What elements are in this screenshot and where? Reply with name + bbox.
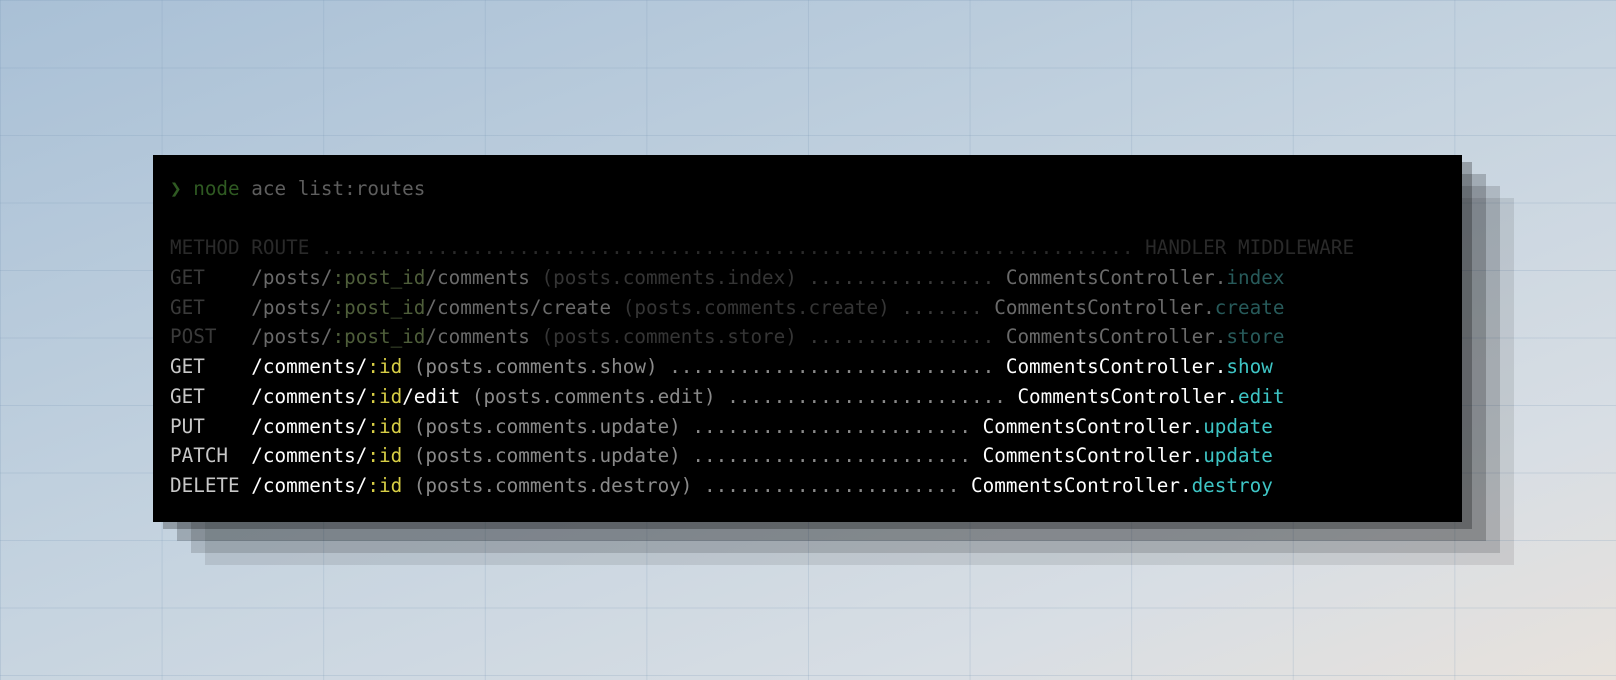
route-action: store (1226, 325, 1285, 348)
route-controller: CommentsController. (994, 296, 1215, 319)
route-controller: CommentsController. (1005, 325, 1227, 348)
route-name: (posts.comments.store) (541, 325, 797, 348)
route-path-param: :id (367, 385, 403, 408)
route-controller: CommentsController. (971, 474, 1192, 497)
prompt-chevron-icon: ❯ (170, 177, 182, 200)
route-dots: ...................... (704, 474, 960, 497)
header-route: ROUTE (251, 236, 310, 259)
routes-table-header: METHOD ROUTE ...........................… (170, 233, 1354, 263)
route-name: (posts.comments.create) (622, 296, 890, 319)
route-path-param: :post_id (332, 296, 426, 319)
route-method: GET (170, 266, 240, 289)
route-row: DELETE /comments/:id (posts.comments.des… (170, 471, 1273, 501)
route-action: show (1226, 355, 1273, 378)
route-path-prefix: /comments/ (251, 474, 368, 497)
header-method: METHOD (170, 236, 240, 259)
route-path-prefix: /posts/ (251, 325, 333, 348)
route-path-param: :id (367, 444, 403, 467)
route-name: (posts.comments.update) (413, 444, 681, 467)
route-row: PATCH /comments/:id (posts.comments.upda… (170, 441, 1273, 471)
route-controller: CommentsController. (1005, 355, 1227, 378)
header-handler: HANDLER (1145, 236, 1227, 259)
route-action: update (1203, 415, 1273, 438)
route-action: create (1214, 296, 1285, 319)
route-controller: CommentsController. (982, 444, 1204, 467)
route-method: GET (170, 385, 240, 408)
route-name: (posts.comments.destroy) (413, 474, 693, 497)
route-name: (posts.comments.edit) (471, 385, 716, 408)
header-dots: ........................................… (320, 236, 1134, 259)
route-dots: ............................ (669, 355, 995, 378)
route-path-prefix: /posts/ (251, 296, 333, 319)
route-dots: ................ (808, 325, 995, 348)
route-path-suffix: /comments (425, 266, 530, 289)
route-method: DELETE (170, 474, 240, 497)
route-path-suffix: /comments (425, 325, 530, 348)
route-path-param: :post_id (332, 325, 426, 348)
route-row: GET /posts/:post_id/comments (posts.comm… (170, 263, 1284, 293)
route-path-param: :id (367, 474, 403, 497)
route-name: (posts.comments.update) (413, 415, 681, 438)
command-arguments: ace list:routes (251, 177, 426, 200)
route-controller: CommentsController. (982, 415, 1204, 438)
route-method: POST (170, 325, 240, 348)
route-path-param: :id (367, 355, 403, 378)
route-method: GET (170, 296, 240, 319)
route-method: GET (170, 355, 240, 378)
route-dots: ........................ (727, 385, 1006, 408)
route-name: (posts.comments.show) (413, 355, 658, 378)
route-controller: CommentsController. (1005, 266, 1227, 289)
header-middleware: MIDDLEWARE (1238, 236, 1355, 259)
terminal-window[interactable]: ❯ node ace list:routes METHOD ROUTE ....… (153, 155, 1462, 522)
command-binary: node (193, 177, 240, 200)
route-row: GET /comments/:id (posts.comments.show) … (170, 352, 1273, 382)
route-path-suffix: /comments/create (425, 296, 612, 319)
route-dots: ................ (808, 266, 995, 289)
route-row: GET /posts/:post_id/comments/create (pos… (170, 293, 1284, 323)
route-path-prefix: /comments/ (251, 444, 368, 467)
route-path-prefix: /comments/ (251, 385, 368, 408)
route-path-prefix: /comments/ (251, 415, 368, 438)
route-action: index (1226, 266, 1285, 289)
route-controller: CommentsController. (1017, 385, 1239, 408)
route-dots: ........................ (692, 444, 972, 467)
route-action: update (1203, 444, 1273, 467)
route-method: PATCH (170, 444, 240, 467)
route-path-suffix: /edit (402, 385, 461, 408)
route-action: edit (1238, 385, 1285, 408)
route-path-prefix: /comments/ (251, 355, 368, 378)
command-line: ❯ node ace list:routes (170, 174, 425, 204)
route-row: POST /posts/:post_id/comments (posts.com… (170, 322, 1284, 352)
route-row: GET /comments/:id/edit (posts.comments.e… (170, 382, 1284, 412)
route-method: PUT (170, 415, 240, 438)
route-name: (posts.comments.index) (541, 266, 797, 289)
route-dots: ....... (901, 296, 983, 319)
route-action: destroy (1191, 474, 1273, 497)
route-path-param: :id (367, 415, 403, 438)
route-dots: ........................ (692, 415, 972, 438)
route-path-param: :post_id (332, 266, 426, 289)
route-row: PUT /comments/:id (posts.comments.update… (170, 412, 1273, 442)
route-path-prefix: /posts/ (251, 266, 333, 289)
